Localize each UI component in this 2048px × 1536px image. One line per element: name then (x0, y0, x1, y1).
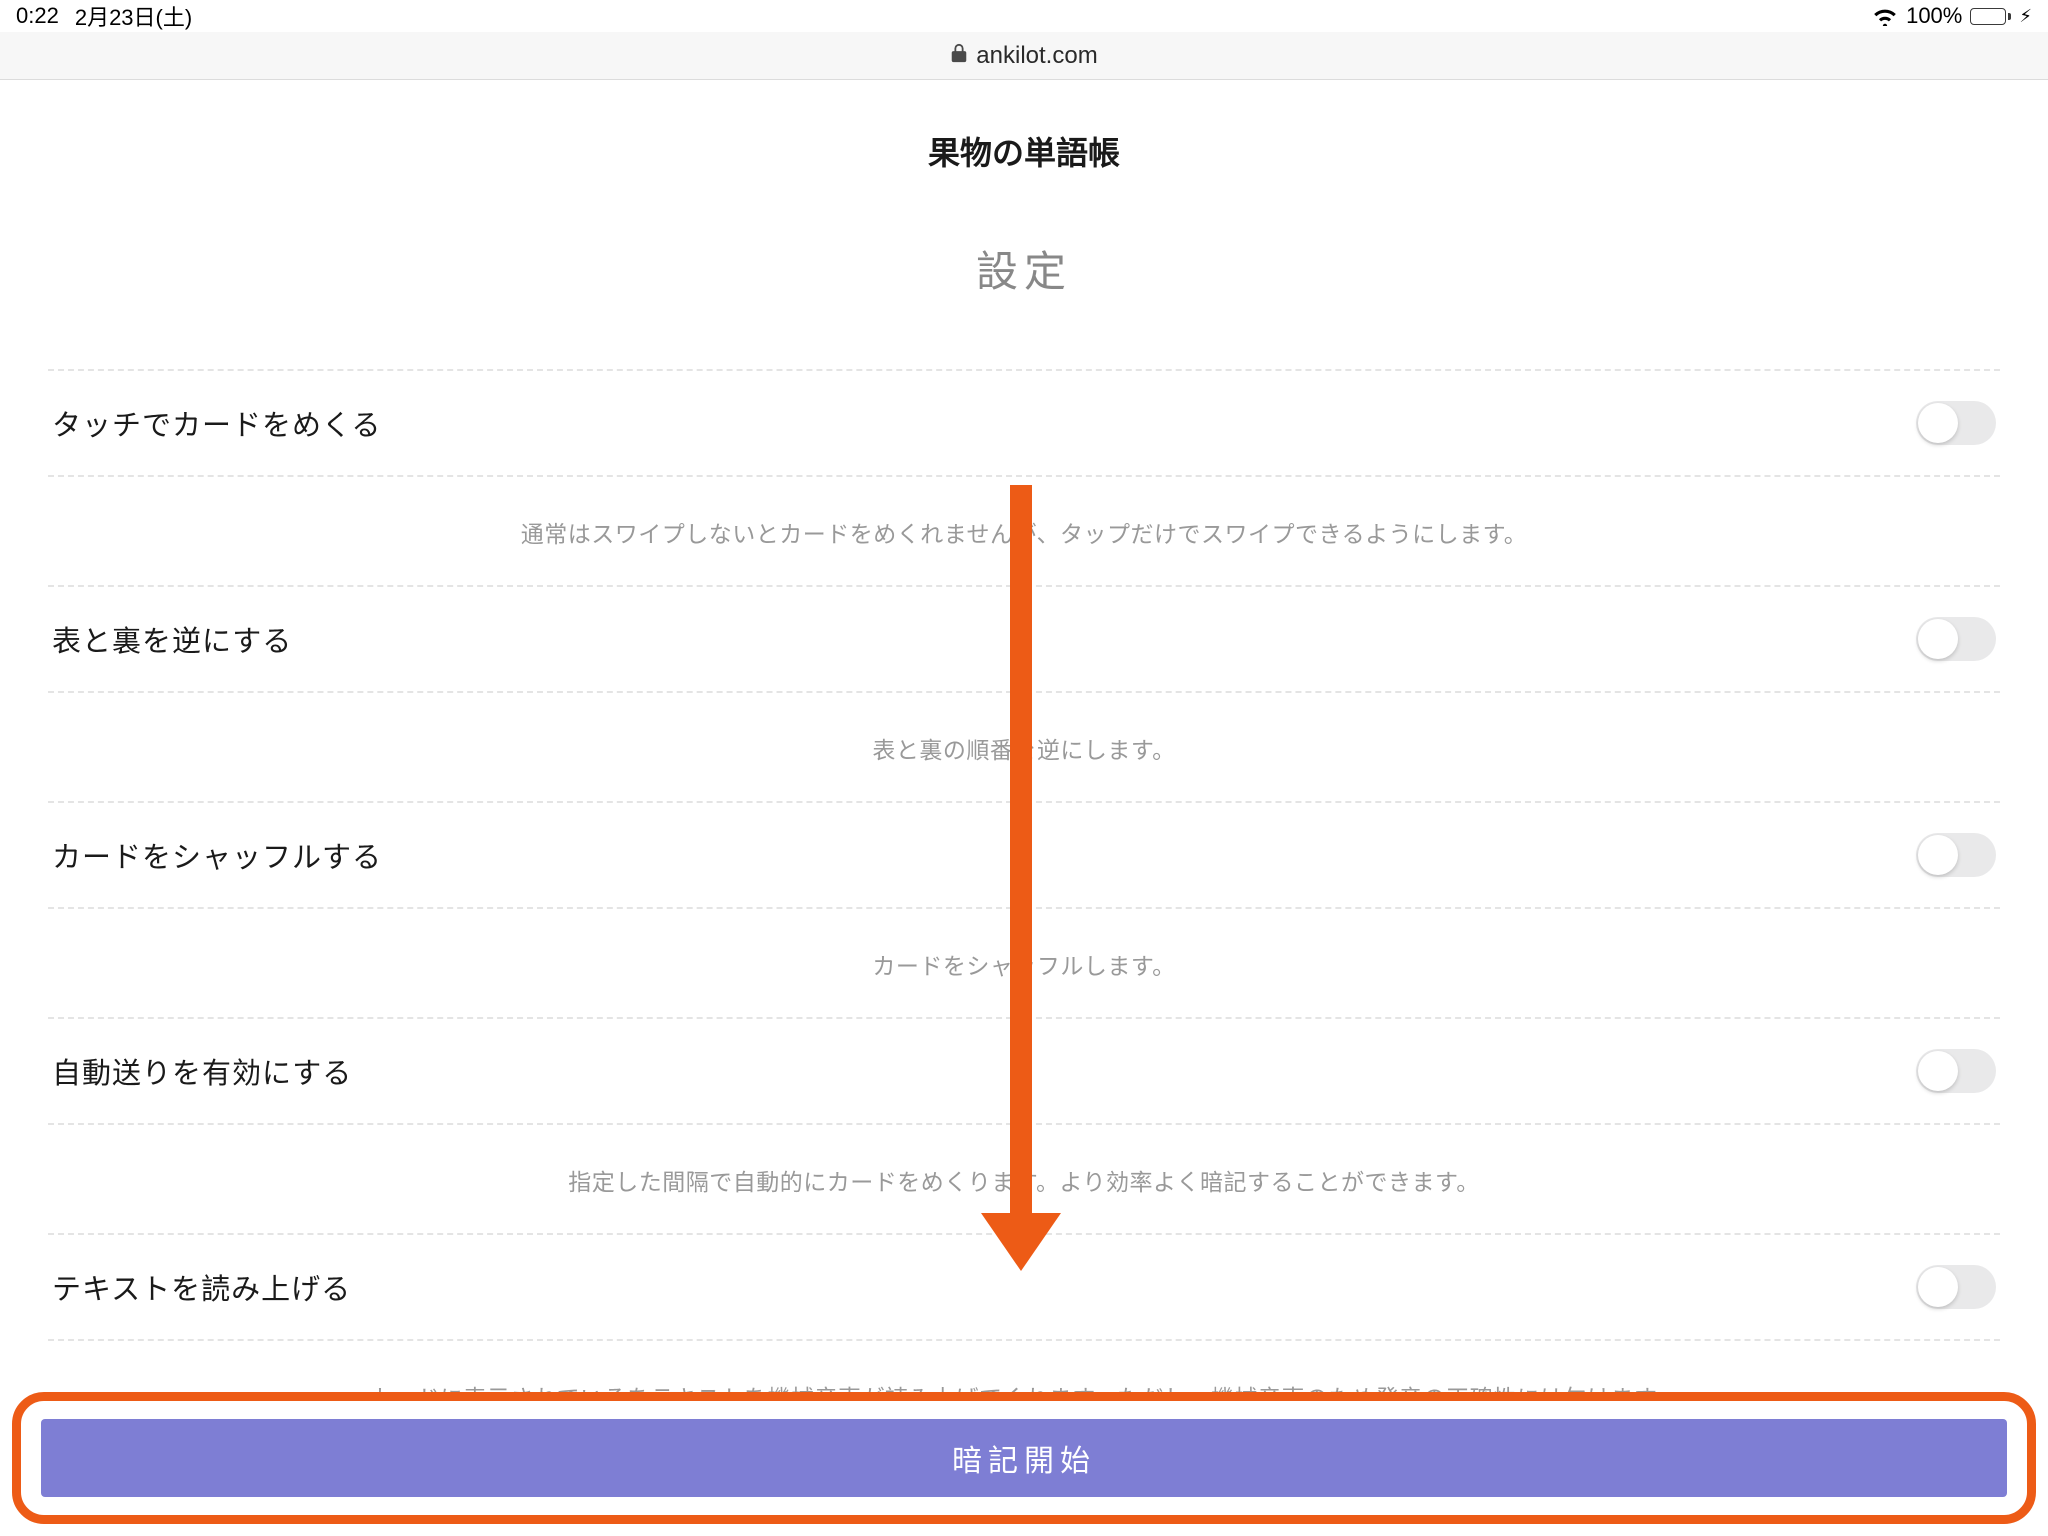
wifi-icon (1872, 6, 1898, 26)
toggle-shuffle[interactable] (1916, 833, 1996, 877)
address-domain: ankilot.com (976, 42, 1097, 70)
charging-icon: ⚡︎ (2019, 6, 2032, 27)
toggle-auto-advance[interactable] (1916, 1049, 1996, 1093)
setting-desc: カードをシャッフルします。 (48, 909, 2000, 1019)
start-button[interactable]: 暗記開始 (41, 1419, 2007, 1497)
start-button-highlight: 暗記開始 (12, 1392, 2036, 1524)
toggle-reverse[interactable] (1916, 617, 1996, 661)
toggle-tts[interactable] (1916, 1265, 1996, 1309)
battery-percent: 100% (1906, 3, 1962, 29)
setting-row-touch-flip: タッチでカードをめくる (48, 369, 2000, 477)
setting-label: テキストを読み上げる (52, 1266, 351, 1308)
settings-heading: 設定 (48, 238, 2000, 299)
address-bar[interactable]: ankilot.com (0, 32, 2048, 80)
settings-list: タッチでカードをめくる 通常はスワイプしないとカードをめくれませんが、タップだけ… (48, 369, 2000, 1451)
setting-desc: 通常はスワイプしないとカードをめくれませんが、タップだけでスワイプできるようにし… (48, 477, 2000, 587)
lock-icon (950, 43, 968, 69)
setting-label: 表と裏を逆にする (52, 618, 292, 660)
setting-row-reverse: 表と裏を逆にする (48, 585, 2000, 693)
setting-label: タッチでカードをめくる (52, 402, 381, 444)
setting-row-tts: テキストを読み上げる (48, 1233, 2000, 1341)
toggle-touch-flip[interactable] (1916, 401, 1996, 445)
setting-label: カードをシャッフルする (52, 834, 382, 876)
setting-desc: 表と裏の順番を逆にします。 (48, 693, 2000, 803)
setting-desc: 指定した間隔で自動的にカードをめくります。より効率よく暗記することができます。 (48, 1125, 2000, 1235)
setting-row-auto-advance: 自動送りを有効にする (48, 1017, 2000, 1125)
setting-label: 自動送りを有効にする (52, 1050, 352, 1092)
status-date: 2月23日(土) (75, 0, 192, 32)
page-title: 果物の単語帳 (48, 128, 2000, 174)
status-bar: 0:22 2月23日(土) 100% ⚡︎ (0, 0, 2048, 32)
setting-row-shuffle: カードをシャッフルする (48, 801, 2000, 909)
battery-icon (1970, 8, 2011, 25)
content: 果物の単語帳 設定 タッチでカードをめくる 通常はスワイプしないとカードをめくれ… (0, 80, 2048, 1451)
status-time: 0:22 (16, 3, 59, 29)
